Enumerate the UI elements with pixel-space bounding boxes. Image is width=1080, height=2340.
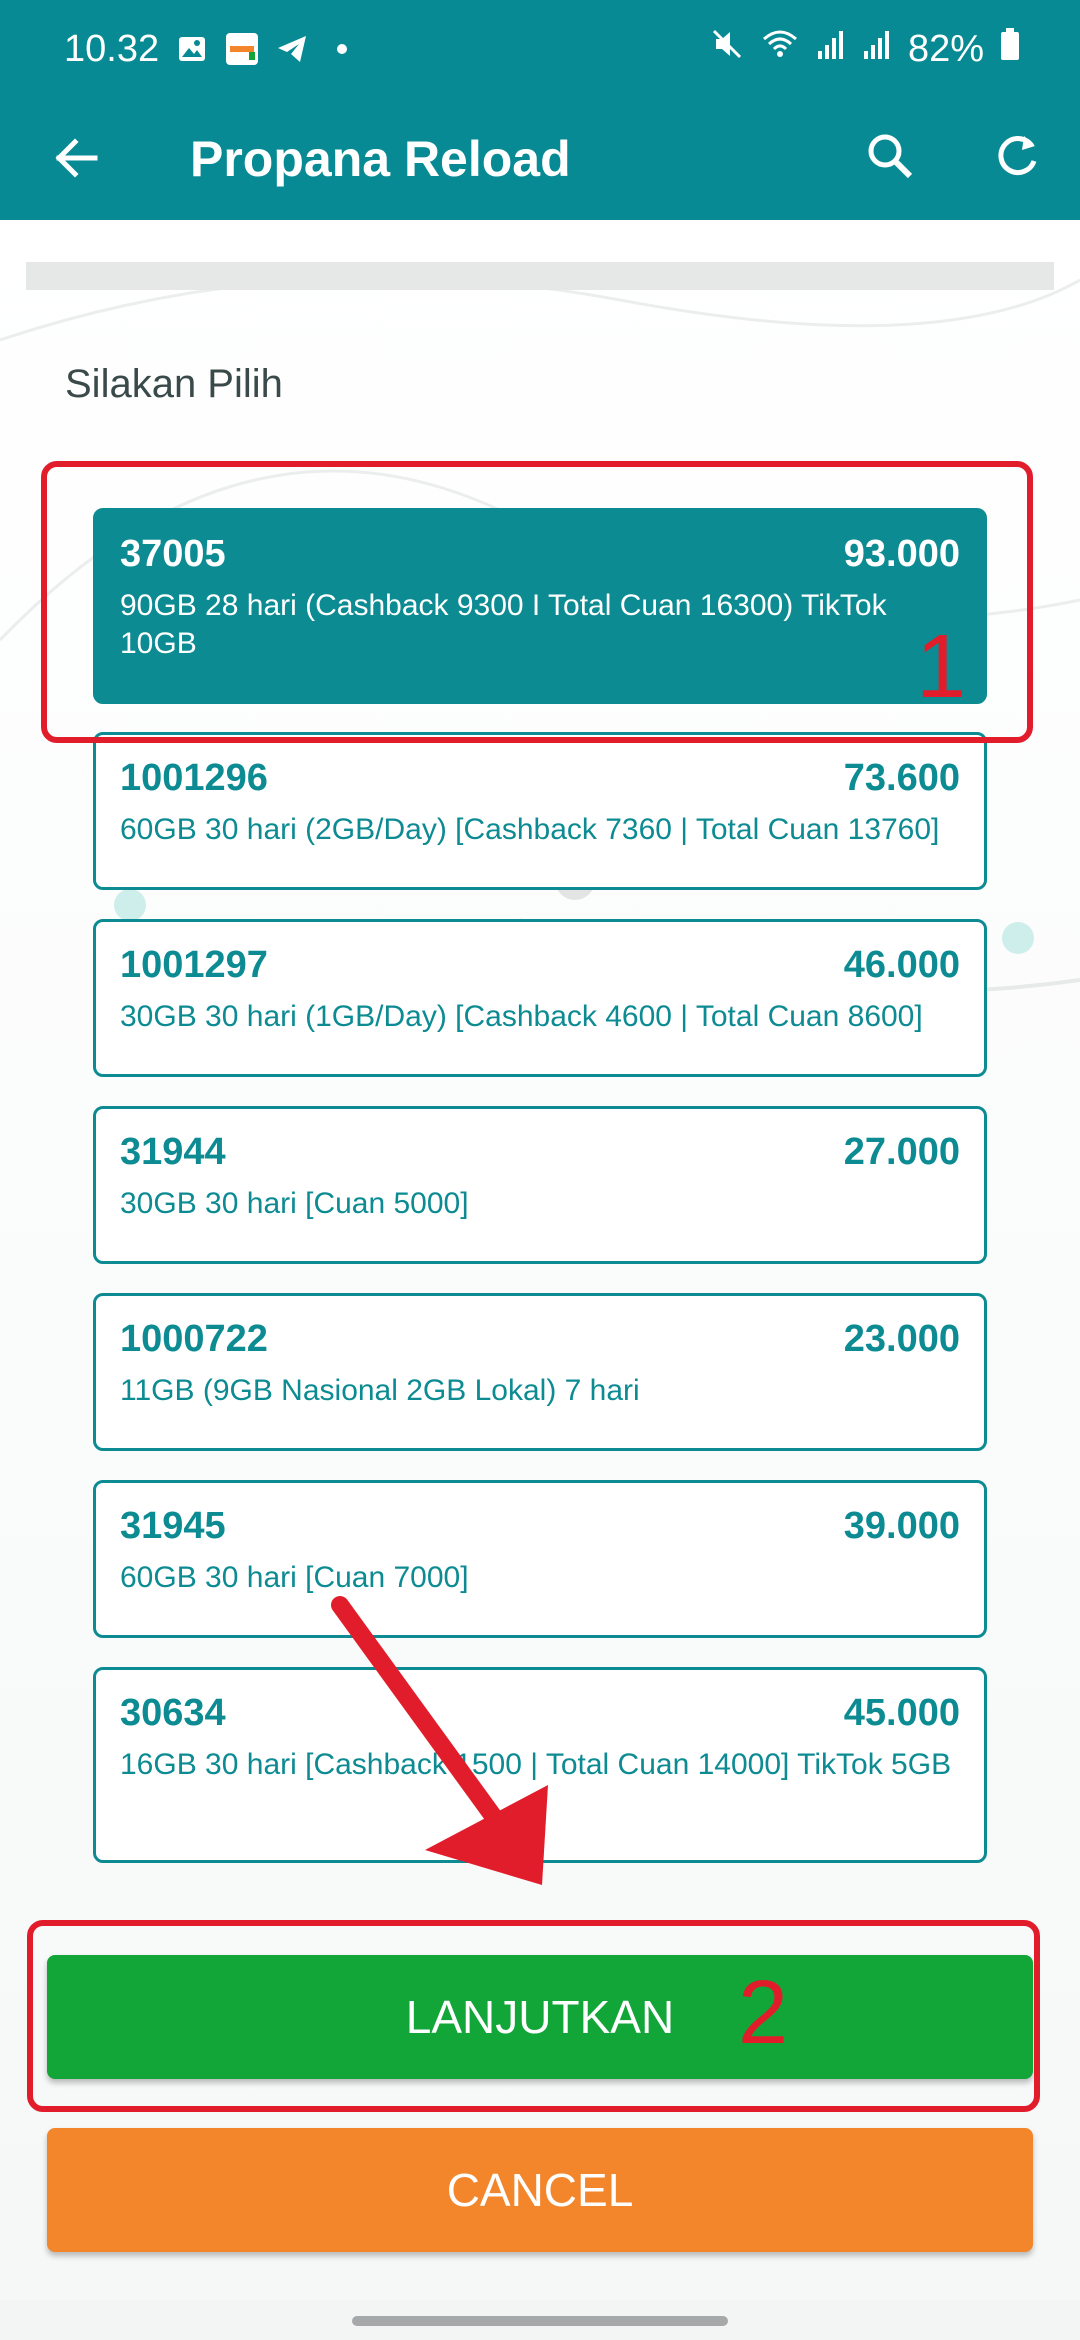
navigation-bar [0, 2300, 1080, 2340]
package-code: 1001296 [120, 757, 268, 799]
package-price: 93.000 [843, 533, 960, 575]
package-code: 1001297 [120, 944, 268, 986]
search-icon[interactable] [858, 124, 922, 188]
status-bar: 10.32 82% [0, 0, 1080, 98]
home-handle[interactable] [352, 2316, 728, 2326]
package-item[interactable]: 1000722 23.000 11GB (9GB Nasional 2GB Lo… [93, 1293, 987, 1451]
package-price: 27.000 [843, 1131, 960, 1173]
dot-icon [325, 32, 359, 66]
battery-percent: 82% [907, 27, 984, 70]
continue-button[interactable]: LANJUTKAN [47, 1955, 1033, 2079]
divider [26, 262, 1054, 290]
list-heading: Silakan Pilih [65, 362, 283, 406]
package-price: 73.600 [843, 757, 960, 799]
mute-icon [710, 27, 744, 71]
annotation-number-2: 2 [738, 1963, 789, 2063]
app-bar: Propana Reload [0, 98, 1080, 220]
package-code: 30634 [120, 1692, 226, 1734]
signal-icon [862, 27, 892, 71]
status-time: 10.32 [64, 27, 160, 70]
cancel-button[interactable]: CANCEL [47, 2128, 1033, 2252]
package-price: 46.000 [843, 944, 960, 986]
package-description: 60GB 30 hari (2GB/Day) [Cashback 7360 | … [120, 813, 940, 846]
package-price: 23.000 [843, 1318, 960, 1360]
propana-app-icon [225, 32, 259, 66]
telegram-icon [275, 32, 309, 66]
status-bar-left: 10.32 [64, 28, 359, 71]
package-code: 31945 [120, 1505, 226, 1547]
wifi-icon [760, 27, 800, 71]
status-bar-right: 82% [710, 27, 1020, 71]
package-item[interactable]: 1001297 46.000 30GB 30 hari (1GB/Day) [C… [93, 919, 987, 1077]
package-price: 45.000 [843, 1692, 960, 1734]
battery-icon [1000, 27, 1020, 71]
package-item[interactable]: 1001296 73.600 60GB 30 hari (2GB/Day) [C… [93, 732, 987, 890]
package-description: 11GB (9GB Nasional 2GB Lokal) 7 hari [120, 1374, 640, 1407]
package-item-selected[interactable]: 37005 93.000 90GB 28 hari (Cashback 9300… [93, 508, 987, 704]
package-description: 30GB 30 hari [Cuan 5000] [120, 1187, 469, 1220]
package-description: 30GB 30 hari (1GB/Day) [Cashback 4600 | … [120, 1000, 923, 1033]
image-icon [175, 32, 209, 66]
back-arrow-icon[interactable] [44, 126, 108, 190]
package-description: 90GB 28 hari (Cashback 9300 I Total Cuan… [120, 589, 887, 660]
annotation-arrow-icon [331, 1596, 548, 1885]
annotation-number-1: 1 [916, 617, 967, 717]
package-code: 37005 [120, 533, 226, 575]
package-code: 1000722 [120, 1318, 268, 1360]
package-price: 39.000 [843, 1505, 960, 1547]
package-code: 31944 [120, 1131, 226, 1173]
package-item[interactable]: 31944 27.000 30GB 30 hari [Cuan 5000] [93, 1106, 987, 1264]
page-title: Propana Reload [190, 131, 571, 187]
signal-icon [816, 27, 846, 71]
refresh-icon[interactable] [985, 124, 1049, 188]
